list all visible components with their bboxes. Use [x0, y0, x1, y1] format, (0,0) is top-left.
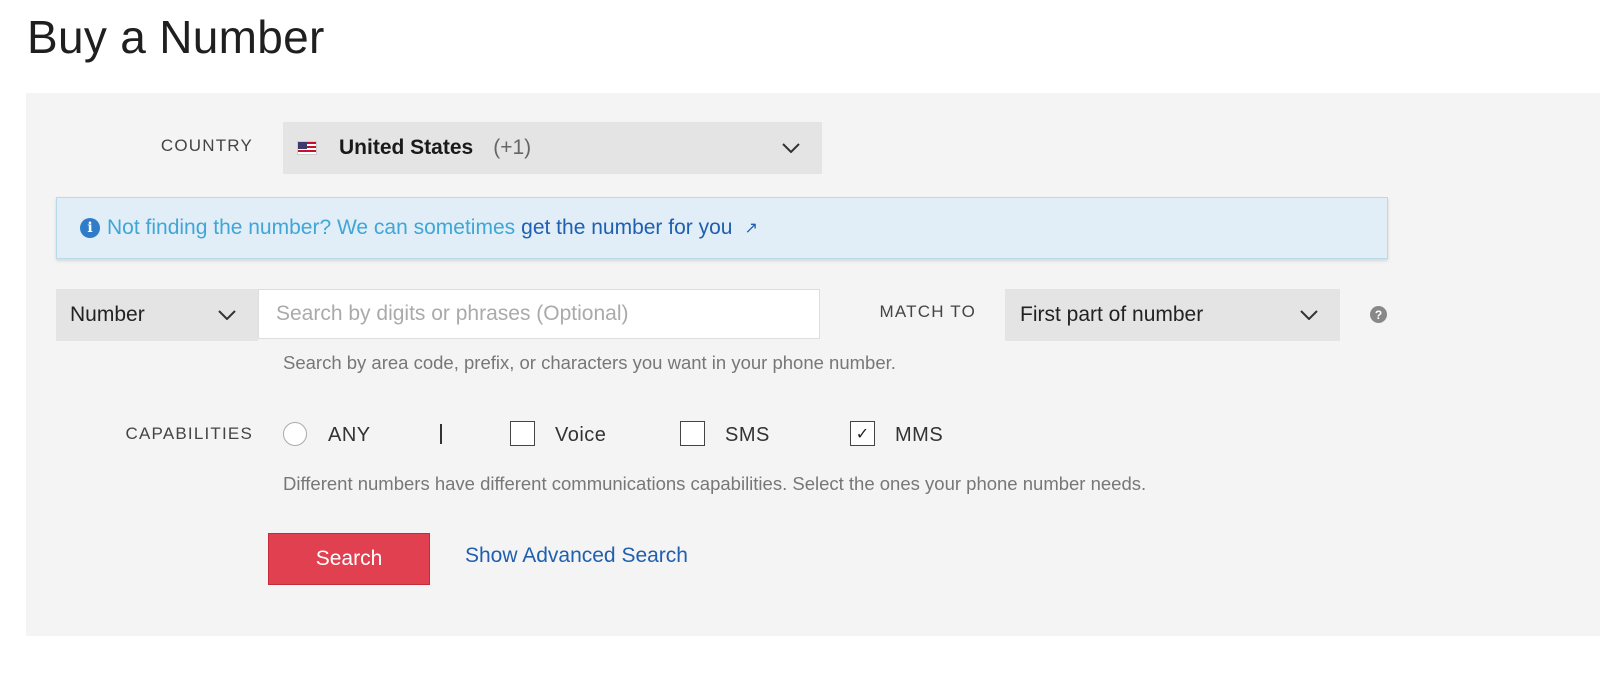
- chevron-down-icon: [782, 143, 800, 153]
- chevron-down-icon: [218, 310, 236, 320]
- match-to-select[interactable]: First part of number: [1005, 289, 1340, 341]
- page-title: Buy a Number: [27, 11, 325, 63]
- us-flag-icon: [297, 141, 317, 155]
- voice-checkbox[interactable]: [510, 421, 535, 446]
- info-icon: i: [80, 218, 100, 238]
- search-panel: COUNTRY United States (+1) i Not finding…: [26, 93, 1600, 636]
- search-type-select[interactable]: Number: [56, 289, 258, 341]
- search-button[interactable]: Search: [268, 533, 430, 585]
- help-icon[interactable]: ?: [1370, 306, 1387, 323]
- country-select[interactable]: United States (+1): [283, 122, 822, 174]
- show-advanced-search-link[interactable]: Show Advanced Search: [465, 544, 688, 568]
- capabilities-label: CAPABILITIES: [125, 424, 253, 443]
- search-input[interactable]: [258, 289, 820, 339]
- mms-checkbox[interactable]: ✓: [850, 421, 875, 446]
- any-label: ANY: [328, 424, 371, 446]
- sms-checkbox[interactable]: [680, 421, 705, 446]
- voice-label: Voice: [555, 424, 607, 446]
- notice-text: Not finding the number? We can sometimes: [107, 216, 516, 239]
- capabilities-hint: Different numbers have different communi…: [283, 473, 1147, 494]
- checkmark-icon: ✓: [855, 425, 870, 443]
- search-hint: Search by area code, prefix, or characte…: [283, 352, 896, 373]
- mms-label: MMS: [895, 424, 944, 446]
- match-to-label: MATCH TO: [879, 302, 976, 321]
- match-to-value: First part of number: [1020, 303, 1204, 326]
- external-link-icon[interactable]: ↗: [744, 218, 757, 238]
- divider: [440, 424, 442, 444]
- chevron-down-icon: [1300, 310, 1318, 320]
- country-dial-code: (+1): [493, 136, 532, 159]
- sms-label: SMS: [725, 424, 770, 446]
- get-number-link[interactable]: get the number for you: [521, 216, 732, 240]
- search-type-value: Number: [70, 303, 145, 326]
- country-name: United States: [339, 136, 474, 159]
- country-label: COUNTRY: [160, 136, 253, 155]
- info-notice: i Not finding the number? We can sometim…: [56, 197, 1388, 259]
- any-radio[interactable]: [283, 422, 307, 446]
